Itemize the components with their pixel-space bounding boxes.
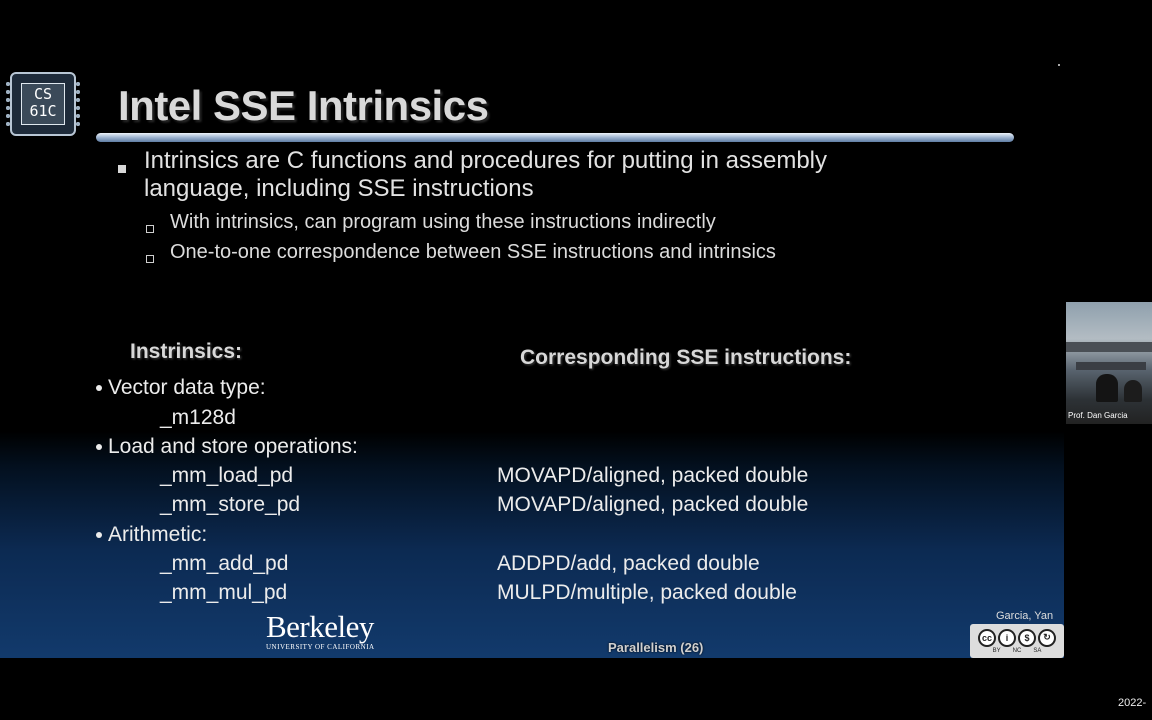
instruction-load-pd: MOVAPD/aligned, packed double [497, 464, 809, 487]
cs61c-logo: CS 61C [6, 72, 80, 136]
sub-bullet-2: One-to-one correspondence between SSE in… [146, 241, 776, 269]
cc-label-sa: SA [1033, 647, 1042, 654]
sub-bullet-1: With intrinsics, can program using these… [146, 211, 716, 239]
webcam-name-label: Prof. Dan Garcia [1068, 411, 1128, 420]
logo-line1: CS [33, 85, 53, 103]
slide-title: Intel SSE Intrinsics [118, 82, 489, 129]
berkeley-wordmark: Berkeley [266, 609, 374, 644]
sharealike-icon: ↻ [1038, 628, 1056, 647]
sub-bullet-1-text: With intrinsics, can program using these… [170, 211, 716, 233]
main-bullet-text: Intrinsics are C functions and procedure… [144, 147, 828, 202]
title-divider [96, 133, 1014, 142]
cc-label-by: BY [992, 647, 1001, 654]
cs61c-chip-icon: CS 61C [21, 83, 65, 125]
bullet-dot-icon [96, 444, 102, 451]
author-credit: Garcia, Yan [996, 610, 1054, 622]
intrinsic-add-pd: _mm_add_pd [160, 552, 289, 575]
cc-icon: cc [978, 628, 996, 647]
slide-footer: Parallelism (26) [608, 640, 704, 655]
intrinsic-mul-pd: _mm_mul_pd [160, 581, 288, 604]
instruction-store-pd: MOVAPD/aligned, packed double [497, 493, 809, 516]
noncommercial-icon: $ [1018, 628, 1036, 647]
person-silhouette [1096, 374, 1118, 402]
sse-instructions-header: Corresponding SSE instructions: [520, 346, 852, 369]
recording-date: 2022- [1118, 697, 1147, 709]
bullet-dot-icon [96, 385, 102, 392]
intrinsic-load-pd: _mm_load_pd [160, 464, 294, 487]
intrinsic-store-pd: _mm_store_pd [160, 493, 301, 516]
berkeley-subtitle: UNIVERSITY OF CALIFORNIA [266, 643, 375, 651]
sub-bullet-2-text: One-to-one correspondence between SSE in… [170, 241, 776, 263]
person-silhouette [1124, 380, 1142, 402]
hollow-square-bullet-icon [146, 225, 154, 233]
attribution-icon: i [998, 628, 1016, 647]
bullet-dot-icon [96, 532, 102, 539]
instruction-add-pd: ADDPD/add, packed double [497, 552, 760, 575]
cc-label-nc: NC [1012, 647, 1022, 654]
main-bullet: Intrinsics are C functions and procedure… [118, 147, 827, 202]
group-label-arithmetic: Arithmetic: [96, 523, 207, 547]
instruction-mul-pd: MULPD/multiple, packed double [497, 581, 797, 604]
hollow-square-bullet-icon [146, 255, 154, 263]
group-label-load-store: Load and store operations: [96, 435, 358, 459]
square-bullet-icon [118, 165, 126, 173]
logo-line2: 61C [29, 102, 57, 120]
berkeley-logo: Berkeley UNIVERSITY OF CALIFORNIA [266, 609, 375, 651]
group-label-vector: Vector data type: [96, 376, 266, 400]
intrinsics-header: Instrinsics: [130, 340, 243, 363]
presenter-webcam-feed: Prof. Dan Garcia [1066, 302, 1152, 424]
lecture-slide: CS 61C Intel SSE Intrinsics Intrinsics a… [0, 62, 1064, 658]
intrinsic-m128d: _m128d [160, 406, 236, 429]
creative-commons-badge: cc i $ ↻ BY NC SA [970, 624, 1064, 658]
